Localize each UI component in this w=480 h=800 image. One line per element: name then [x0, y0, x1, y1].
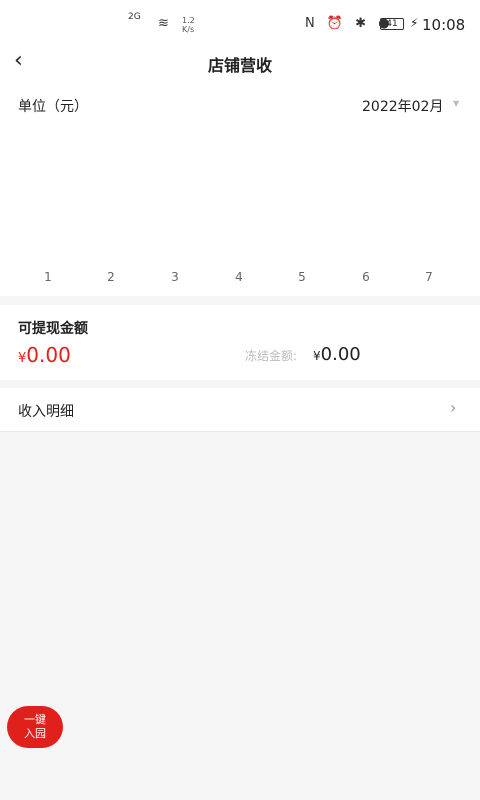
frozen-amount: ¥0.00	[313, 344, 361, 365]
revenue-chart: 单位（元） 2022年02月 ▼ 1 2 3 4 5 6 7	[0, 82, 480, 296]
x-tick-label: 3	[171, 270, 179, 284]
x-tick-label: 5	[298, 270, 306, 284]
charging-icon: ⚡	[410, 16, 419, 30]
unit-label: 单位（元）	[18, 99, 88, 115]
dropdown-arrow-icon[interactable]: ▼	[453, 99, 459, 108]
network-icon: 2G	[128, 12, 141, 22]
month-selector[interactable]: 2022年02月	[362, 96, 443, 116]
net-speed: 1.2 K/s	[182, 16, 195, 34]
withdrawable-amount: ¥0.00	[18, 343, 71, 367]
page-title: 店铺营收	[207, 56, 272, 75]
x-tick-label: 4	[235, 270, 243, 284]
withdrawable-title: 可提现金额	[18, 321, 88, 337]
header: ‹ 店铺营收	[0, 48, 480, 82]
one-click-enter-button[interactable]: 一键 入园	[7, 706, 63, 748]
x-tick-label: 7	[425, 270, 433, 284]
income-detail-label: 收入明细	[18, 404, 74, 420]
withdrawable-card: 可提现金额 ¥0.00 冻结金额: ¥0.00	[0, 305, 480, 380]
wifi-icon: ≋	[158, 16, 169, 31]
income-detail-row[interactable]: 收入明细 ›	[0, 388, 480, 432]
clock: 10:08	[422, 16, 466, 34]
frozen-label: 冻结金额:	[245, 349, 298, 363]
battery-icon: 41	[380, 18, 404, 30]
status-bar: 2G ≋ 1.2 K/s N ⏰ ✱ ● 41 ⚡ 10:08	[0, 0, 480, 48]
x-tick-label: 6	[362, 270, 370, 284]
x-tick-label: 2	[107, 270, 115, 284]
chevron-right-icon: ›	[450, 398, 457, 417]
x-tick-label: 1	[44, 270, 52, 284]
